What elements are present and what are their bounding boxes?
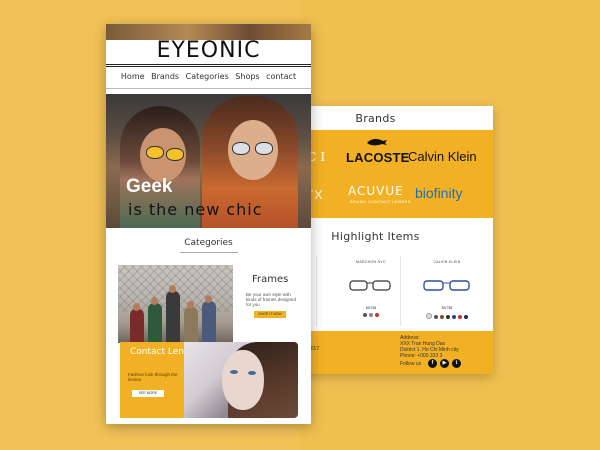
brand-acuvue-sublabel: BRAND CONTACT LENSES (350, 199, 411, 204)
swatch[interactable] (464, 315, 468, 319)
site-logo[interactable]: EYEONIC (106, 38, 311, 63)
home-page-mockup: EYEONIC Home Brands Categories Shops con… (106, 24, 311, 424)
product-card[interactable]: CALVIN KLEIN $NT$$ (416, 256, 478, 326)
photo-head (169, 285, 176, 293)
facebook-icon[interactable]: f (428, 359, 437, 368)
phone: Phone: +000 333 3 (400, 353, 443, 359)
photo-head (205, 295, 212, 303)
swatch[interactable] (363, 313, 367, 317)
sunglasses-lens (146, 146, 164, 159)
photo-person (148, 303, 162, 343)
frames-shop-button[interactable]: SHOP IT NOW (254, 311, 286, 318)
divider (106, 64, 311, 65)
color-swatches (416, 313, 478, 319)
swatch[interactable] (426, 313, 432, 319)
photo-eye (230, 370, 238, 374)
photo-person (130, 309, 144, 343)
swatch[interactable] (458, 315, 462, 319)
categories-title: Categories (184, 238, 233, 248)
glasses-icon (423, 280, 470, 291)
hero-title: Geek (126, 176, 173, 197)
sunglasses-lens (232, 142, 250, 155)
photo-eye (248, 371, 256, 375)
divider (106, 66, 311, 67)
divider (106, 88, 311, 89)
brand-biofinity-logo[interactable]: biofinity (415, 185, 462, 201)
brand-acuvue-logo[interactable]: ACUVUE (348, 184, 404, 198)
color-swatches (342, 313, 400, 317)
brand-lacoste-logo[interactable]: LACOSTE (346, 150, 410, 165)
nav-contact[interactable]: contact (266, 72, 296, 81)
swatch[interactable] (434, 315, 438, 319)
photo-person (166, 291, 180, 343)
contact-lenses-button[interactable]: SEE MORE (132, 390, 164, 397)
contact-lenses-description: Fashion look through the lenses (128, 372, 178, 382)
sunglasses-lens (255, 142, 273, 155)
contact-lenses-photo[interactable] (184, 342, 298, 418)
frames-title: Frames (252, 274, 289, 285)
frames-description: Be your own style with kinds of frames d… (246, 292, 297, 307)
photo-head (187, 301, 194, 309)
product-brand: CALVIN KLEIN (433, 260, 461, 264)
swatch[interactable] (369, 313, 373, 317)
swatch[interactable] (375, 313, 379, 317)
nav-categories[interactable]: Categories (186, 72, 229, 81)
glasses-icon (349, 280, 391, 291)
photo-head (151, 297, 158, 305)
photo-face (222, 350, 264, 410)
lacoste-crocodile-icon (367, 138, 387, 146)
main-nav: Home Brands Categories Shops contact (106, 72, 311, 81)
swatch[interactable] (452, 315, 456, 319)
brand-calvin-klein-logo[interactable]: Calvin Klein (408, 149, 477, 164)
hero-subtitle: is the new chic (128, 200, 263, 219)
photo-person (184, 307, 198, 343)
product-price: $NT$$ (365, 306, 377, 310)
youtube-icon[interactable]: ▶ (440, 359, 449, 368)
swatch[interactable] (446, 315, 450, 319)
product-card[interactable]: MARCHON NYC $NT$$ (342, 256, 401, 326)
footer-address: Address: XXX Tran Hung Dao District 1, H… (400, 335, 459, 359)
sunglasses-lens (166, 148, 184, 161)
nav-home[interactable]: Home (121, 72, 145, 81)
frames-photo[interactable] (118, 265, 233, 343)
photo-head (133, 303, 140, 311)
nav-shops[interactable]: Shops (235, 72, 259, 81)
product-price: $NT$$ (441, 306, 453, 310)
divider (180, 252, 238, 253)
photo-person (202, 301, 216, 343)
swatch[interactable] (440, 315, 444, 319)
twitter-icon[interactable]: t (452, 359, 461, 368)
follow-us-label: Follow us (400, 361, 422, 367)
product-brand: MARCHON NYC (356, 260, 386, 264)
nav-brands[interactable]: Brands (151, 72, 179, 81)
